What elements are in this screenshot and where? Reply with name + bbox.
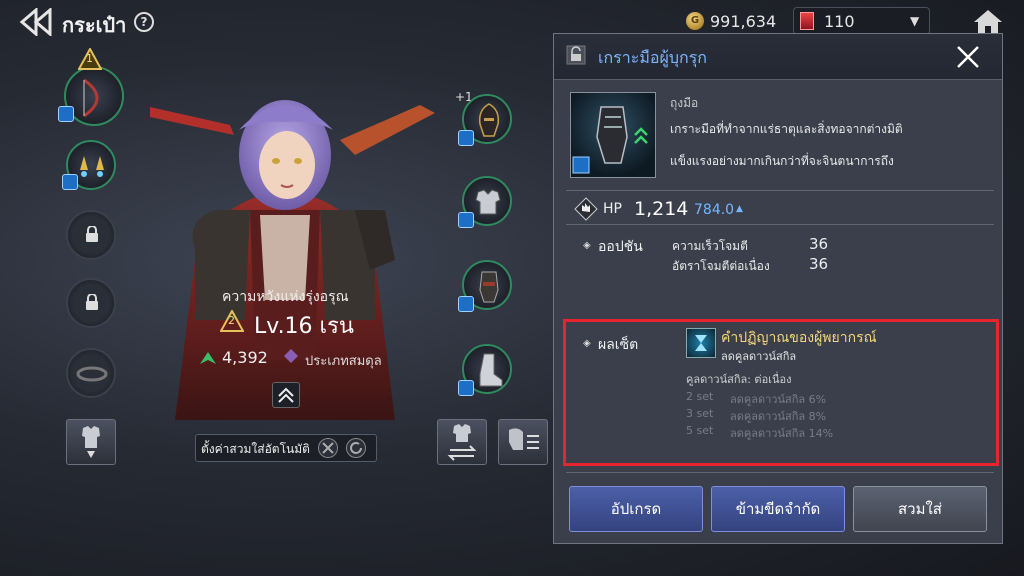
set-tier-bonus: ลดคูลดาวน์สกิล 14%	[730, 427, 834, 440]
gem-socket-icon	[458, 130, 474, 146]
item-image	[570, 92, 656, 178]
option-name: อัตราโจมตีต่อเนื่อง	[672, 259, 770, 273]
item-description-line2: แข็งแรงอย่างมากเกินกว่าที่จะจินตนาการถึง	[670, 154, 894, 168]
armor-slot[interactable]	[458, 176, 512, 228]
hp-label: HP	[603, 201, 622, 217]
locked-slot-1[interactable]	[66, 210, 116, 260]
gem-socket-icon	[458, 212, 474, 228]
boots-slot[interactable]	[458, 344, 512, 396]
set-effect-text: คูลดาวน์สกิล: ต่อเนื่อง	[686, 373, 792, 386]
set-tier-count: 3 set	[686, 407, 714, 420]
bullet-icon: ◈	[583, 240, 591, 251]
gauntlet-icon	[479, 271, 499, 303]
gloves-slot[interactable]	[458, 260, 512, 312]
locked-slot-2[interactable]	[66, 278, 116, 328]
earring-icon	[80, 156, 104, 177]
cooldown-icon	[686, 328, 716, 358]
weapon-rank: 1	[86, 52, 93, 65]
bullet-icon: ◈	[583, 338, 591, 349]
gauntlet-icon	[572, 106, 648, 174]
hp-value: 1,214	[634, 198, 689, 220]
item-type: ถุงมือ	[670, 96, 699, 110]
swap-equipment-button[interactable]	[437, 419, 487, 465]
gem-icon	[800, 12, 814, 30]
chest-armor-icon	[475, 189, 501, 215]
option-name: ความเร็วโจมตี	[672, 239, 748, 253]
set-subtitle: ลดคูลดาวน์สกิล	[721, 350, 797, 363]
option-value: 36	[809, 255, 829, 273]
home-icon[interactable]	[972, 8, 1004, 36]
unlock-icon[interactable]	[566, 45, 586, 65]
armor-down-icon	[82, 426, 100, 458]
class-type-icon	[284, 349, 298, 363]
set-tier-count: 2 set	[686, 390, 714, 403]
combat-power-icon	[200, 352, 216, 364]
weapon-slot[interactable]	[58, 66, 124, 126]
lock-icon	[86, 294, 98, 310]
upgrade-button[interactable]: อัปเกรด	[569, 486, 703, 532]
page-title: กระเป๋า	[62, 13, 127, 37]
tier-number: 2	[228, 314, 235, 327]
divider	[566, 190, 994, 191]
item-name: เกราะมือผู้บุกรุก	[598, 48, 707, 67]
expand-button[interactable]	[272, 382, 300, 408]
options-label: ออปชัน	[598, 239, 643, 255]
set-tier-count: 5 set	[686, 424, 714, 437]
helmet-list-icon	[509, 428, 539, 450]
set-name: คำปฏิญาณของผู้พยากรณ์	[721, 330, 877, 346]
chevron-up-icon	[278, 387, 294, 403]
item-description-line1: เกราะมือที่ทำจากแร่ธาตุและสิ่งทอจากต่างม…	[670, 122, 903, 136]
combat-power: 4,392	[222, 348, 268, 367]
divider	[566, 224, 994, 225]
gem-socket-icon	[62, 174, 78, 190]
character-level-name: Lv.16 เรน	[254, 314, 354, 339]
gem-socket-icon	[458, 296, 474, 312]
set-tier-bonus: ลดคูลดาวน์สกิล 6%	[730, 393, 827, 406]
equip-button[interactable]: สวมใส่	[853, 486, 987, 532]
close-icon[interactable]	[954, 43, 982, 71]
help-icon[interactable]: ?	[134, 12, 154, 32]
gem-amount: 110	[824, 12, 855, 31]
set-effect-label: ผลเซ็ต	[598, 337, 639, 353]
unequip-all-button[interactable]	[66, 419, 116, 465]
equipment-settings-button[interactable]	[498, 419, 548, 465]
hp-compare-value: 784.0	[694, 202, 735, 218]
gold-coin-icon: G	[686, 12, 704, 30]
gold-amount: 991,634	[710, 12, 777, 31]
lock-icon	[86, 226, 98, 242]
divider	[566, 472, 994, 473]
gem-socket-icon	[458, 380, 474, 396]
belt-slot[interactable]	[66, 348, 116, 398]
earring-slot[interactable]	[62, 140, 116, 190]
character-title: ความหวังแห่งรุ่งอรุณ	[222, 289, 349, 305]
bow-icon	[83, 78, 99, 118]
helmet-slot[interactable]	[458, 94, 512, 146]
armor-swap-icon	[447, 424, 477, 461]
option-value: 36	[809, 235, 829, 253]
boots-icon	[479, 353, 503, 387]
back-icon[interactable]	[18, 8, 56, 36]
chevron-down-icon[interactable]: ▼	[910, 14, 919, 28]
set-tier-bonus: ลดคูลดาวน์สกิล 8%	[730, 410, 827, 423]
helmet-icon	[478, 103, 500, 137]
swap-slot-icon[interactable]	[318, 438, 338, 458]
refresh-icon[interactable]	[346, 438, 366, 458]
class-type: ประเภทสมดุล	[305, 354, 382, 369]
gem-socket-icon	[58, 106, 74, 122]
up-arrow-icon: ▲	[736, 204, 743, 214]
limit-break-button[interactable]: ข้ามขีดจำกัด	[711, 486, 845, 532]
belt-icon	[76, 366, 108, 382]
hp-icon	[574, 197, 598, 221]
auto-equip-label: ตั้งค่าสวมใส่อัตโนมัติ	[201, 442, 310, 456]
